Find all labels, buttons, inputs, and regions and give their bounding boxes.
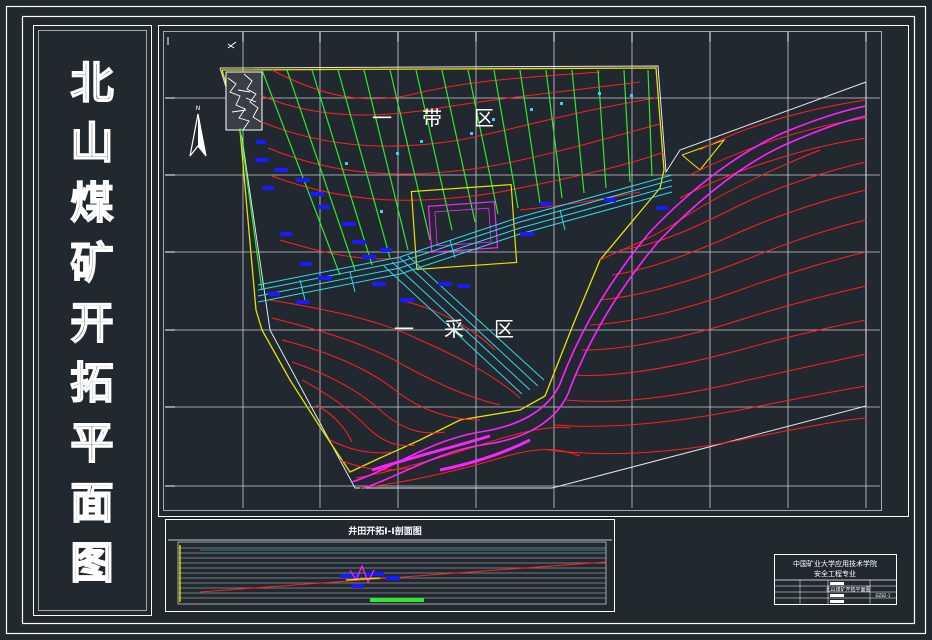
- section-title: 井田开拓Ⅰ-Ⅰ剖面图: [348, 525, 421, 537]
- side-title-char: 图: [71, 539, 114, 589]
- hatched-pillar: [225, 71, 263, 131]
- zone-label-char: 一: [394, 317, 414, 341]
- title-block: 中国矿业大学应用技术学院 安全工程专业 北山煤矿开拓平面图 DZ82-1: [774, 554, 897, 605]
- zone-label-char: 区: [474, 106, 494, 130]
- corner-marker: [227, 41, 237, 49]
- equipment-symbols: [255, 140, 668, 304]
- side-title: 北 山 煤 矿 开 拓 平 面 图: [70, 58, 115, 590]
- mining-boundary: [221, 67, 665, 473]
- side-title-char: 面: [71, 479, 114, 529]
- title-block-drawing-no: DZ82-1: [876, 593, 891, 598]
- north-arrow-label: N: [196, 105, 201, 112]
- zone-label-char: 带: [422, 106, 442, 130]
- zone-label-lower: 一 采 区: [394, 317, 514, 341]
- side-title-char: 煤: [71, 179, 114, 229]
- field-boundary: [219, 65, 867, 489]
- mine-plan-drawing: 北 山 煤 矿 开 拓 平 面 图 N 一 带 区 一 采 区 井田开拓Ⅰ-Ⅰ剖…: [5, 5, 927, 635]
- zone-label-char: 区: [494, 317, 514, 341]
- side-title-char: 平: [71, 419, 114, 469]
- north-arrow-icon: N: [189, 105, 207, 157]
- title-block-major: 安全工程专业: [814, 569, 856, 578]
- mining-boundary-east: [681, 138, 726, 171]
- side-title-char: 北: [71, 59, 114, 109]
- cross-section: 井田开拓Ⅰ-Ⅰ剖面图: [168, 525, 612, 605]
- side-title-char: 拓: [71, 359, 114, 409]
- side-title-char: 矿: [71, 239, 114, 289]
- coordinate-grid: [168, 35, 880, 508]
- contour-lines: [261, 69, 867, 489]
- zone-label-char: 一: [372, 106, 392, 130]
- grid-ticks: [165, 32, 867, 487]
- zone-label-char: 采: [444, 317, 464, 341]
- zone-label-upper: 一 带 区: [372, 106, 494, 130]
- side-title-char: 开: [71, 299, 114, 349]
- title-block-drawing-name: 北山煤矿开拓平面图: [825, 586, 870, 593]
- title-block-school: 中国矿业大学应用技术学院: [793, 559, 877, 568]
- side-title-char: 山: [71, 119, 114, 169]
